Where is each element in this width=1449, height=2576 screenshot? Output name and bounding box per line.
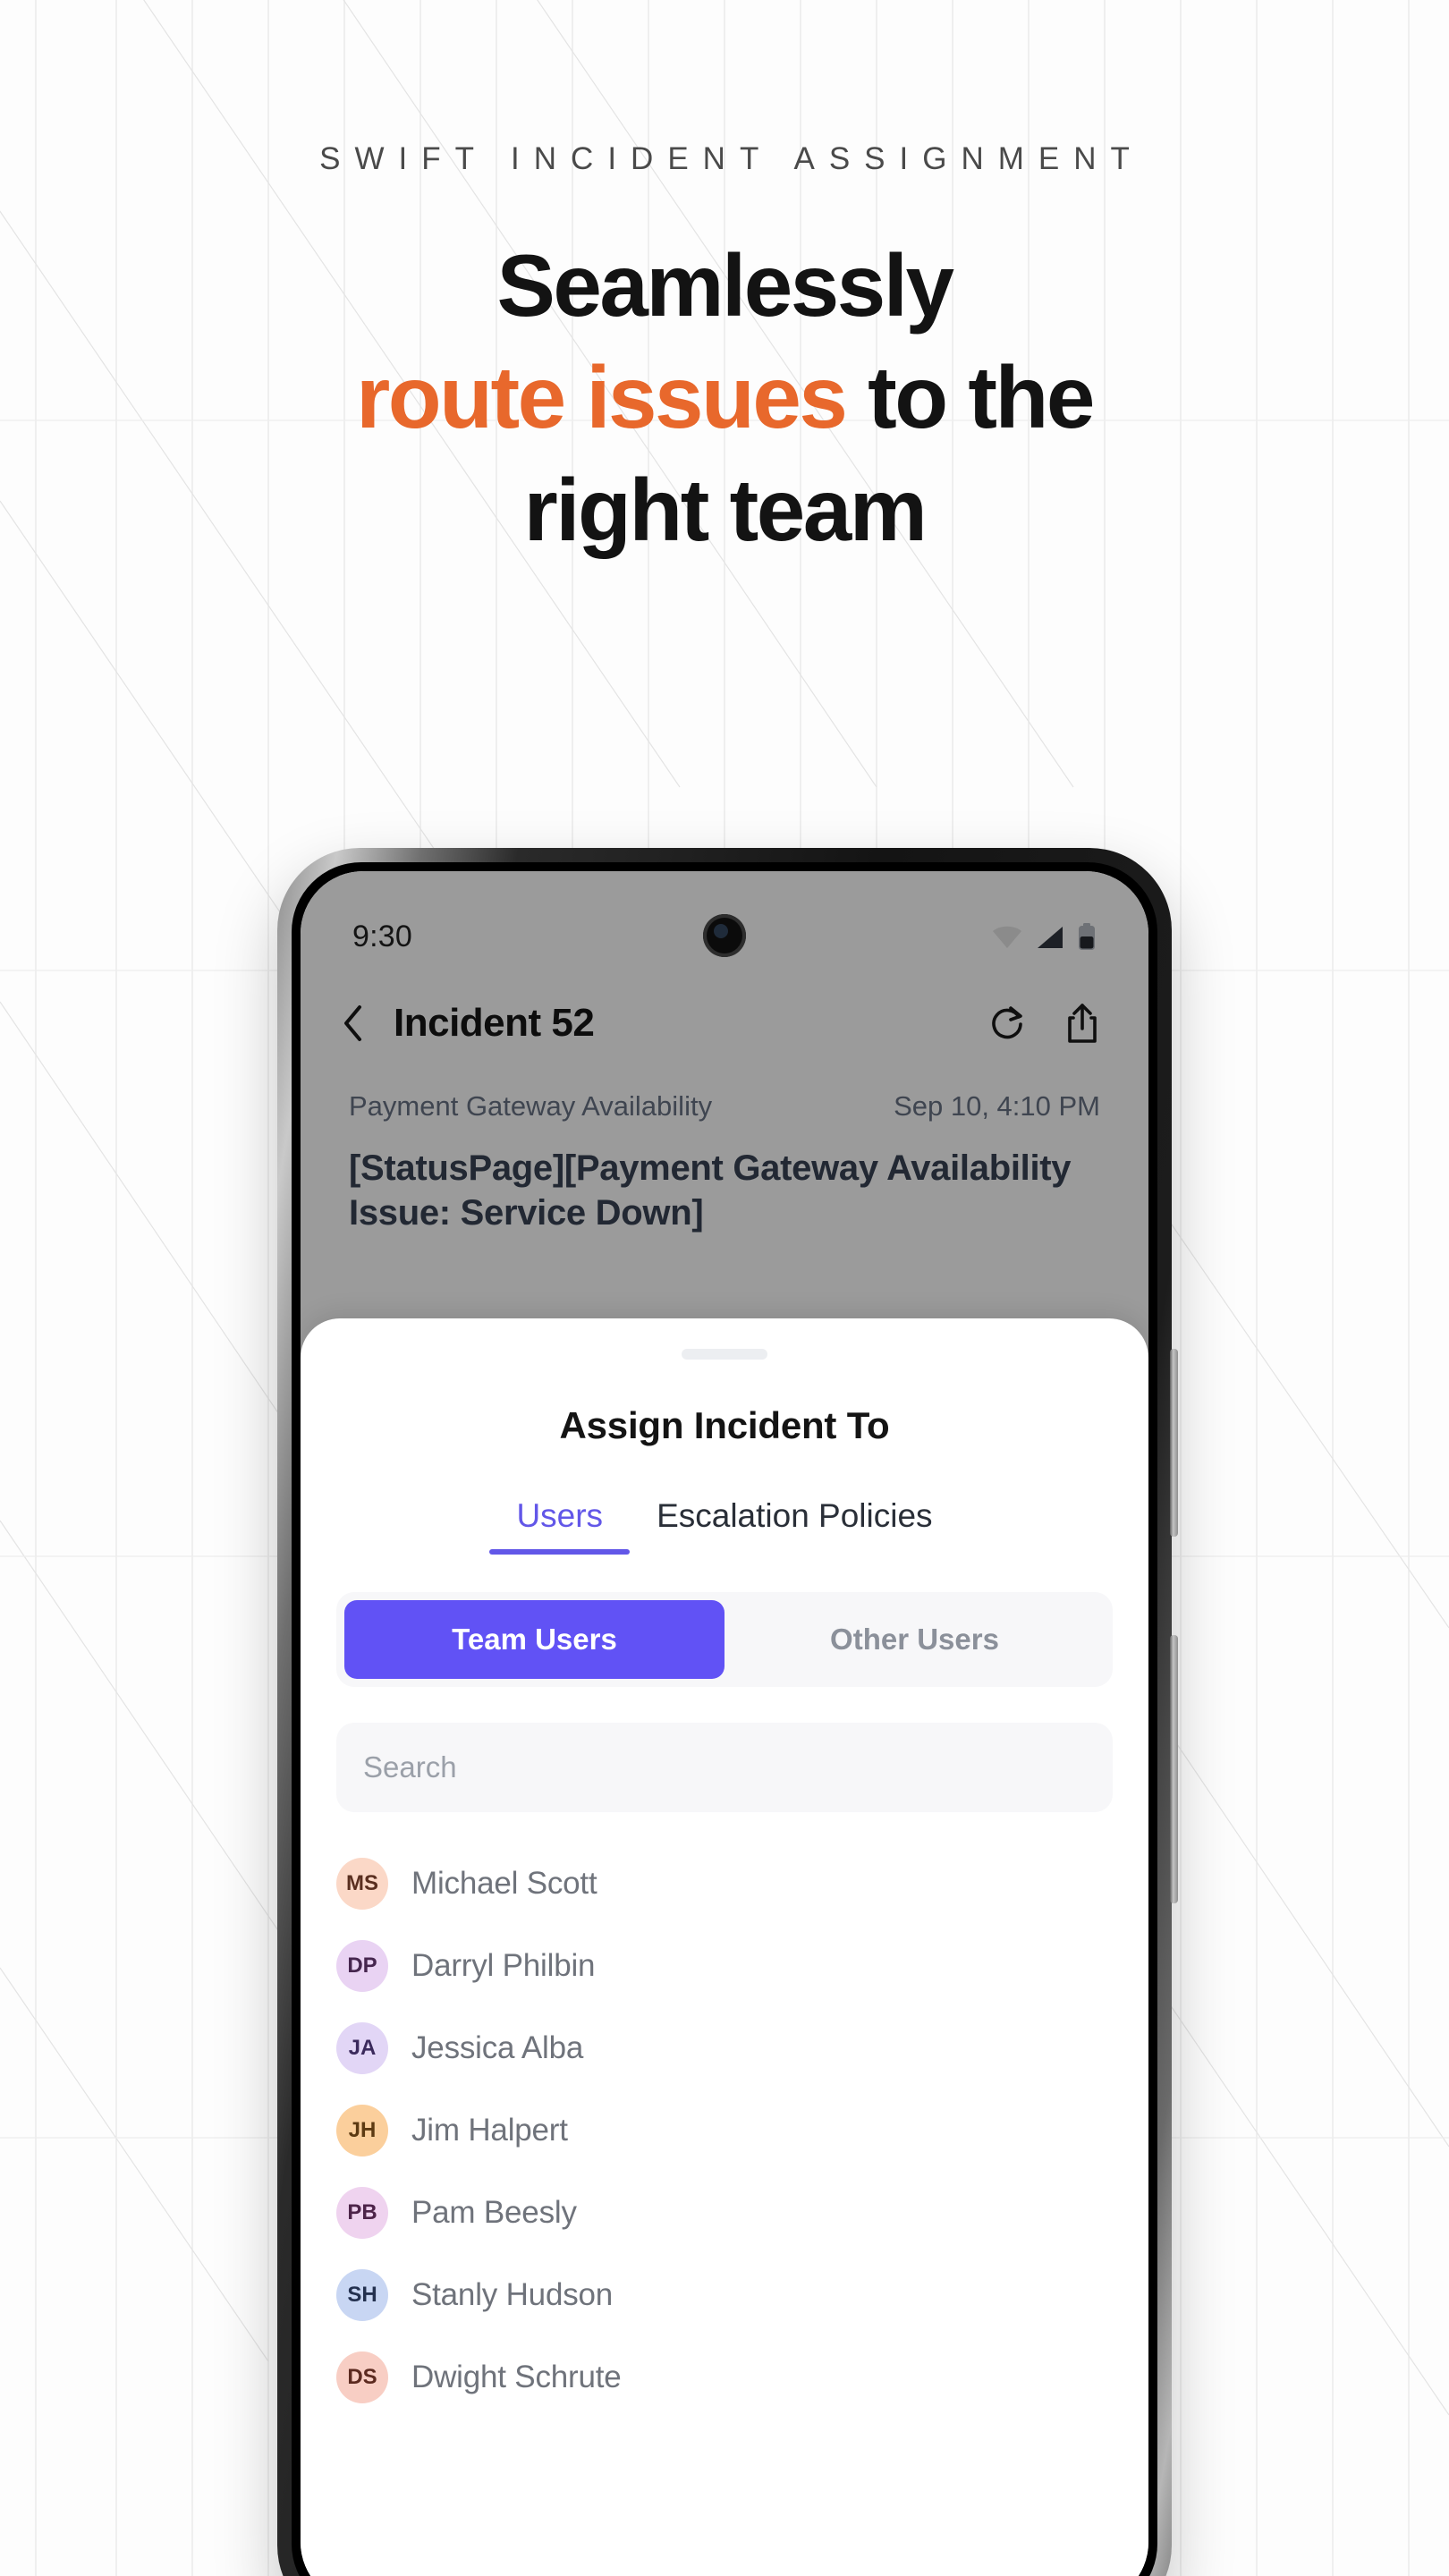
chevron-left-icon[interactable] — [342, 1004, 365, 1043]
headline-line-2-rest: to the — [845, 348, 1095, 447]
avatar: JA — [336, 2022, 388, 2074]
sheet-grabber-handle[interactable] — [682, 1349, 767, 1360]
search-input-placeholder: Search — [363, 1750, 457, 1784]
phone-bezel: 9:30 Incident 52 Payment Gateway Availab… — [292, 862, 1157, 2576]
nav-actions — [989, 1002, 1100, 1045]
headline-accent: route issues — [356, 348, 848, 447]
segment-other-users[interactable]: Other Users — [724, 1600, 1105, 1679]
list-item[interactable]: DP Darryl Philbin — [336, 1925, 1113, 2007]
user-name: Dwight Schrute — [411, 2360, 622, 2394]
assign-incident-sheet: Assign Incident To Users Escalation Poli… — [301, 1318, 1148, 2576]
user-name: Pam Beesly — [411, 2195, 577, 2230]
list-item[interactable]: MS Michael Scott — [336, 1843, 1113, 1925]
avatar: DS — [336, 2351, 388, 2403]
incident-timestamp: Sep 10, 4:10 PM — [894, 1090, 1100, 1122]
eyebrow-text: SWIFT INCIDENT ASSIGNMENT — [319, 141, 1144, 176]
user-name: Jessica Alba — [411, 2030, 584, 2065]
user-scope-segmented-control: Team Users Other Users — [336, 1592, 1113, 1687]
wifi-icon — [993, 926, 1021, 948]
user-name: Michael Scott — [411, 1866, 597, 1901]
avatar: MS — [336, 1858, 388, 1910]
incident-meta-row: Payment Gateway Availability Sep 10, 4:1… — [301, 1046, 1148, 1123]
phone-frame: 9:30 Incident 52 Payment Gateway Availab… — [277, 848, 1178, 2576]
list-item[interactable]: PB Pam Beesly — [336, 2172, 1113, 2254]
status-bar-icons — [991, 922, 1097, 952]
phone-mockup: 9:30 Incident 52 Payment Gateway Availab… — [277, 848, 1178, 2576]
headline-line-3: right team — [523, 460, 928, 559]
promo-page: SWIFT INCIDENT ASSIGNMENT Seamlessly rou… — [0, 0, 1449, 2576]
hero-section: SWIFT INCIDENT ASSIGNMENT Seamlessly rou… — [0, 0, 1449, 566]
avatar: DP — [336, 1940, 388, 1992]
cellular-signal-icon — [1038, 926, 1063, 948]
user-name: Darryl Philbin — [411, 1948, 596, 1983]
headline-line-2: route issues to the — [0, 342, 1449, 453]
list-item[interactable]: DS Dwight Schrute — [336, 2336, 1113, 2419]
share-icon[interactable] — [1064, 1002, 1100, 1045]
status-bar: 9:30 — [301, 871, 1148, 957]
avatar: JH — [336, 2105, 388, 2157]
user-name: Jim Halpert — [411, 2113, 568, 2148]
volume-button[interactable] — [1170, 1349, 1178, 1537]
tab-escalation-policies[interactable]: Escalation Policies — [630, 1497, 959, 1555]
refresh-icon[interactable] — [989, 1003, 1027, 1044]
list-item[interactable]: JA Jessica Alba — [336, 2007, 1113, 2089]
incident-title: [StatusPage][Payment Gateway Availabilit… — [349, 1148, 1072, 1233]
app-background: 9:30 Incident 52 Payment Gateway Availab… — [301, 871, 1148, 1372]
phone-screen: 9:30 Incident 52 Payment Gateway Availab… — [301, 871, 1148, 2576]
power-button[interactable] — [1170, 1635, 1178, 1903]
user-list: MS Michael Scott DP Darryl Philbin JA Je… — [301, 1843, 1148, 2419]
incident-service: Payment Gateway Availability — [349, 1090, 713, 1122]
headline-line-1: Seamlessly — [496, 236, 954, 335]
avatar: SH — [336, 2269, 388, 2321]
sheet-tabs: Users Escalation Policies — [301, 1497, 1148, 1555]
list-item[interactable]: SH Stanly Hudson — [336, 2254, 1113, 2336]
sheet-title: Assign Incident To — [559, 1404, 890, 1446]
status-bar-time: 9:30 — [352, 919, 412, 953]
user-name: Stanly Hudson — [411, 2277, 614, 2312]
search-input[interactable]: Search — [336, 1723, 1113, 1812]
page-title: Seamlessly route issues to the right tea… — [0, 230, 1449, 566]
segment-team-users[interactable]: Team Users — [344, 1600, 724, 1679]
list-item[interactable]: JH Jim Halpert — [336, 2089, 1113, 2172]
battery-icon — [1079, 922, 1095, 950]
front-camera-icon — [703, 914, 746, 957]
avatar: PB — [336, 2187, 388, 2239]
app-navbar: Incident 52 — [301, 954, 1148, 1046]
nav-title: Incident 52 — [394, 1001, 595, 1045]
tab-users[interactable]: Users — [489, 1497, 630, 1555]
